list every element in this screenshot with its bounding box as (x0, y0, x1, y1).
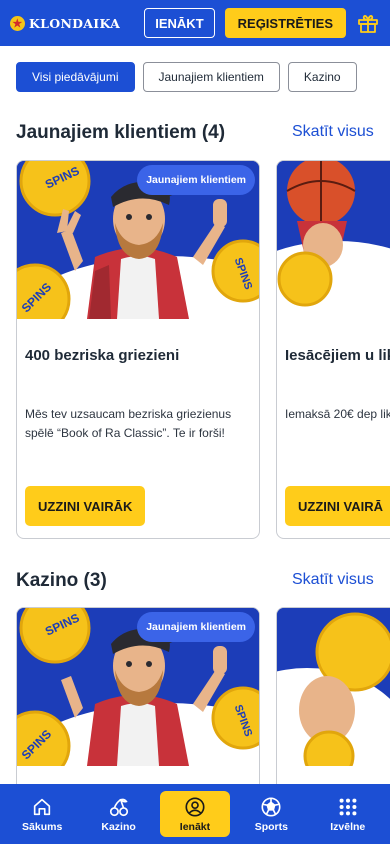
gift-icon[interactable] (356, 11, 380, 35)
nav-item-casino[interactable]: Kazino (84, 791, 154, 837)
nav-item-sports[interactable]: Sports (236, 791, 306, 837)
promo-card[interactable]: SPINS SPINS SPINS Jaunajiem klientiem 40… (16, 160, 260, 539)
section-title-casino: Kazino (3) (16, 570, 107, 591)
brand-logo[interactable]: ★ KLONDAIKA (10, 15, 121, 31)
promo-card[interactable]: Iesācējiem u likmēs bez r Iemaksā 20€ de… (276, 160, 390, 539)
cherries-icon (109, 798, 128, 816)
promo-card[interactable]: SPINS SPINS SPINS Jaunajiem klientiem (16, 607, 260, 807)
nav-label: Ienākt (179, 820, 211, 833)
filter-chip-casino[interactable]: Kazino (287, 62, 357, 92)
see-all-link-new-clients[interactable]: Skatīt visus (292, 123, 374, 141)
promo-card-description: Iemaksā 20€ dep likmes bez riska (285, 407, 390, 421)
promo-card-title: 400 bezriska griezieni (25, 347, 180, 364)
logo-star-icon: ★ (10, 15, 25, 31)
nav-item-home[interactable]: Sākums (7, 791, 77, 837)
section-title-new-clients: Jaunajiem klientiem (4) (16, 122, 226, 143)
promo-card-image (277, 608, 390, 766)
nav-item-menu[interactable]: Izvēlne (313, 791, 383, 837)
learn-more-button[interactable]: UZZINI VAIRĀK (25, 486, 146, 526)
promo-illustration (277, 161, 390, 319)
grid-menu-icon (339, 798, 357, 815)
top-header: ★ KLONDAIKA IENĀKT REĢISTRĒTIES (0, 0, 390, 46)
nav-label: Kazino (101, 820, 136, 833)
home-icon (34, 798, 51, 815)
see-all-link-casino[interactable]: Skatīt visus (292, 571, 374, 589)
logo-text: KLONDAIKA (29, 15, 121, 31)
promo-illustration (277, 608, 390, 766)
filter-chip-new-clients[interactable]: Jaunajiem klientiem (142, 62, 280, 92)
promo-card[interactable] (276, 607, 390, 807)
promo-card-title: Iesācējiem u likmēs bez r (285, 347, 390, 364)
nav-item-login[interactable]: Ienākt (159, 791, 230, 837)
bottom-navigation: Sākums Kazino Ienākt Sports Izvēlne (0, 784, 390, 844)
nav-label: Sākums (22, 820, 63, 833)
learn-more-button[interactable]: UZZINI VAIRĀ (285, 486, 390, 526)
register-button[interactable]: REĢISTRĒTIES (224, 8, 346, 38)
nav-label: Izvēlne (330, 820, 366, 833)
promo-card-image (277, 161, 390, 319)
user-icon (185, 796, 205, 817)
promo-badge: Jaunajiem klientiem (137, 165, 255, 195)
filter-chips: Visi piedāvājumi Jaunajiem klientiem Kaz… (16, 62, 357, 92)
nav-label: Sports (254, 820, 288, 833)
promo-card-image: SPINS SPINS SPINS Jaunajiem klientiem (17, 608, 259, 766)
promo-badge: Jaunajiem klientiem (137, 612, 255, 642)
login-button[interactable]: IENĀKT (144, 8, 215, 38)
promo-card-description: Mēs tev uzsaucam bezriska griezienus spē… (25, 407, 232, 440)
promotions-page: ★ KLONDAIKA IENĀKT REĢISTRĒTIES Visi pie… (0, 0, 390, 844)
filter-chip-all[interactable]: Visi piedāvājumi (16, 62, 135, 92)
soccer-ball-icon (261, 796, 281, 817)
promo-card-image: SPINS SPINS SPINS Jaunajiem klientiem (17, 161, 259, 319)
